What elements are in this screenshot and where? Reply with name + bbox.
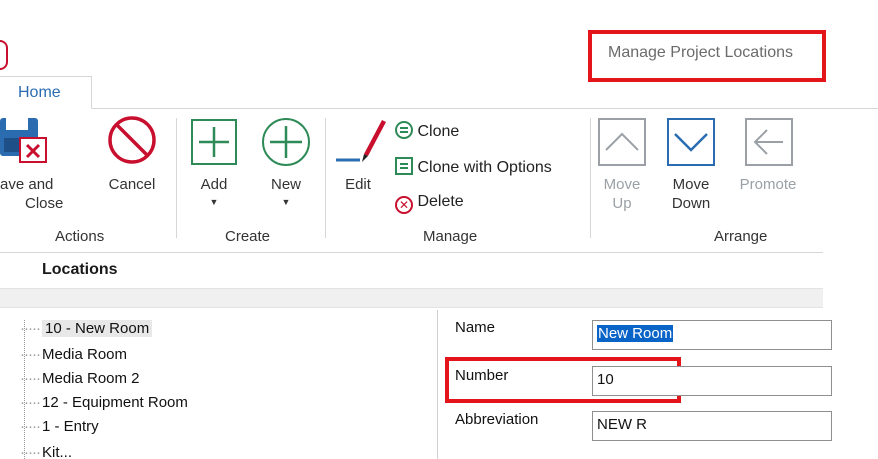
new-label: New xyxy=(270,176,301,193)
tree-item[interactable]: ····· 12 - Equipment Room xyxy=(20,394,188,411)
separator-manage-arrange xyxy=(590,118,591,238)
abbreviation-field[interactable]: NEW R xyxy=(592,411,832,441)
abbreviation-label: Abbreviation xyxy=(455,411,539,428)
toolbar-strip xyxy=(0,288,823,308)
new-icon xyxy=(260,116,312,173)
add-icon xyxy=(190,118,238,171)
new-button[interactable]: New ▼ xyxy=(258,176,314,207)
cancel-icon xyxy=(106,114,158,171)
save-and-close-icon xyxy=(0,116,50,171)
separator-actions-create xyxy=(176,118,177,238)
tree-item[interactable]: ····· Kit... xyxy=(20,444,72,459)
tab-home[interactable]: Home xyxy=(0,76,92,109)
move-up-icon xyxy=(598,118,646,171)
number-field[interactable]: 10 xyxy=(592,366,832,396)
tree-item-label: 10 - New Room xyxy=(41,320,153,337)
clone-button[interactable]: Clone xyxy=(395,121,459,141)
clone-with-options-label: Clone with Options xyxy=(417,159,552,176)
name-label: Name xyxy=(455,319,496,336)
tree-item[interactable]: ····· 10 - New Room xyxy=(20,320,153,337)
tree-connector-line xyxy=(24,320,25,459)
number-label: Number xyxy=(455,367,509,384)
save-and-close-label-line2: Close xyxy=(25,195,64,212)
tree-item-label: Media Room 2 xyxy=(41,370,140,387)
actions-group-label: Actions xyxy=(55,228,105,245)
edit-button[interactable]: Edit xyxy=(336,176,380,193)
clone-with-options-icon xyxy=(395,157,413,175)
promote-button[interactable]: Promote xyxy=(730,176,806,193)
tree-item[interactable]: ····· 1 - Entry xyxy=(20,418,99,435)
delete-icon: ✕ xyxy=(395,196,413,214)
delete-label: Delete xyxy=(417,193,464,210)
new-dropdown-arrow-icon: ▼ xyxy=(281,197,291,207)
add-dropdown-arrow-icon: ▼ xyxy=(209,197,219,207)
clone-label: Clone xyxy=(417,123,460,140)
tree-item-label: 12 - Equipment Room xyxy=(41,394,188,411)
ribbon-bottom-border xyxy=(0,252,823,253)
move-up-label-line2: Up xyxy=(612,195,632,212)
move-up-button[interactable]: Move Up xyxy=(596,176,648,212)
create-group-label: Create xyxy=(225,228,271,245)
clone-icon xyxy=(395,121,413,139)
edit-icon xyxy=(334,114,388,175)
name-field[interactable]: New Room xyxy=(592,320,832,350)
tree-item[interactable]: ····· Media Room xyxy=(20,346,127,363)
add-button[interactable]: Add ▼ xyxy=(186,176,242,207)
move-down-button[interactable]: Move Down xyxy=(664,176,718,212)
arrange-group-label: Arrange xyxy=(714,228,768,245)
locations-header: Locations xyxy=(42,261,118,278)
tab-strip-divider xyxy=(0,108,878,109)
app-icon-fragment xyxy=(0,40,8,70)
tree-item[interactable]: ····· Media Room 2 xyxy=(20,370,140,387)
tree-item-label: Media Room xyxy=(41,346,128,363)
move-up-label-line1: Move xyxy=(603,176,641,193)
add-label: Add xyxy=(200,176,228,193)
name-field-value: New Room xyxy=(597,325,674,342)
pane-divider[interactable] xyxy=(437,310,438,459)
move-down-icon xyxy=(667,118,715,171)
manage-group-label: Manage xyxy=(423,228,478,245)
tree-item-label: 1 - Entry xyxy=(41,418,99,435)
move-down-label-line2: Down xyxy=(671,195,711,212)
save-and-close-label-line1: ave and xyxy=(0,176,54,193)
save-and-close-button[interactable]: ave and Close xyxy=(0,176,80,212)
separator-create-manage xyxy=(325,118,326,238)
promote-icon xyxy=(745,118,793,171)
move-down-label-line1: Move xyxy=(672,176,710,193)
delete-button[interactable]: ✕ Delete xyxy=(395,193,464,214)
tree-item-label: Kit... xyxy=(41,444,72,459)
clone-with-options-button[interactable]: Clone with Options xyxy=(395,157,552,177)
window-title: Manage Project Locations xyxy=(608,44,793,61)
cancel-button[interactable]: Cancel xyxy=(100,176,164,193)
